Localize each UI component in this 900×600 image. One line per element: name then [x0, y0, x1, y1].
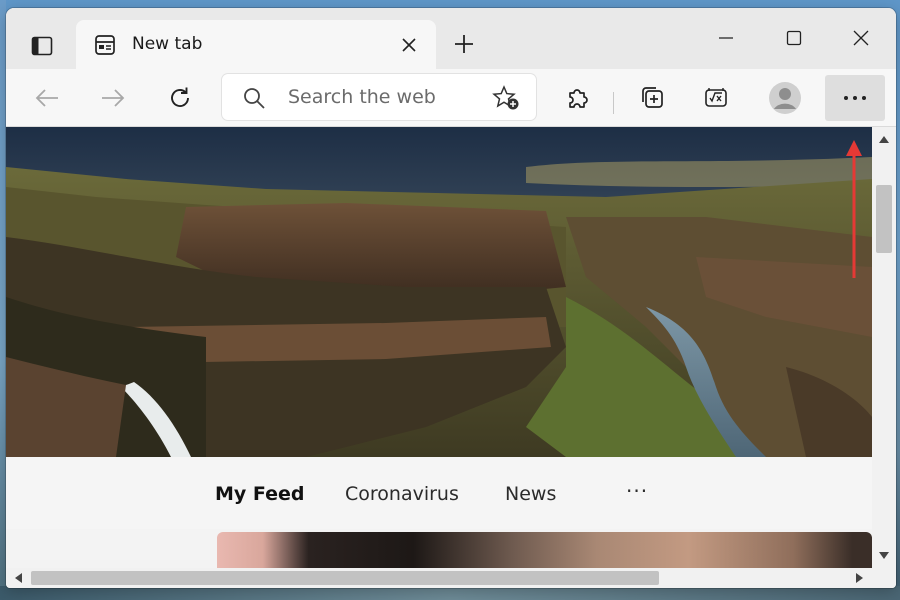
- desktop-taskbar-edge: [0, 586, 900, 600]
- address-bar[interactable]: Search the web: [222, 74, 536, 120]
- more-icon[interactable]: [825, 75, 885, 121]
- scroll-down-icon[interactable]: [879, 552, 889, 560]
- tab-strip: New tab: [6, 8, 896, 69]
- background-landscape-image: [6, 127, 872, 457]
- close-window-icon[interactable]: [838, 22, 884, 54]
- new-tab-page-icon: [93, 33, 117, 57]
- tab-my-feed[interactable]: My Feed: [215, 483, 305, 505]
- tab-title: New tab: [132, 34, 203, 54]
- horizontal-scroll-thumb[interactable]: [31, 571, 659, 585]
- arrow-right-icon[interactable]: [94, 79, 132, 117]
- browser-window: New tab Search the web My Feed Coronavir…: [6, 8, 896, 588]
- minimize-icon[interactable]: [703, 22, 749, 54]
- scroll-left-icon[interactable]: [14, 573, 22, 583]
- feed-navigation: My Feed Coronavirus News ···: [6, 457, 872, 529]
- horizontal-scrollbar[interactable]: [6, 568, 896, 588]
- vertical-scroll-thumb[interactable]: [876, 185, 892, 253]
- annotation-arrow-icon: [846, 140, 862, 278]
- collections-icon[interactable]: [633, 79, 671, 117]
- close-tab-icon[interactable]: [398, 34, 420, 56]
- star-plus-icon[interactable]: [492, 85, 520, 111]
- tab-new-tab[interactable]: New tab: [76, 20, 436, 69]
- avatar-icon[interactable]: [766, 79, 804, 117]
- vertical-scrollbar[interactable]: [872, 127, 896, 568]
- puzzle-icon[interactable]: [559, 79, 597, 117]
- search-icon: [244, 88, 265, 109]
- scroll-up-icon[interactable]: [879, 135, 889, 143]
- address-placeholder: Search the web: [288, 86, 436, 108]
- tab-news[interactable]: News: [505, 483, 556, 505]
- tab-actions-icon[interactable]: [24, 28, 60, 64]
- arrow-left-icon[interactable]: [28, 79, 66, 117]
- toolbar-divider: [613, 92, 614, 114]
- math-solver-icon[interactable]: [697, 79, 735, 117]
- plus-icon[interactable]: [446, 26, 482, 62]
- refresh-icon[interactable]: [161, 79, 199, 117]
- scroll-right-icon[interactable]: [856, 573, 864, 583]
- maximize-icon[interactable]: [771, 22, 817, 54]
- toolbar: Search the web: [6, 69, 896, 127]
- tab-coronavirus[interactable]: Coronavirus: [345, 483, 459, 505]
- news-card-image[interactable]: [217, 532, 872, 568]
- page-content: My Feed Coronavirus News ···: [6, 127, 872, 568]
- feed-more-icon[interactable]: ···: [626, 479, 648, 503]
